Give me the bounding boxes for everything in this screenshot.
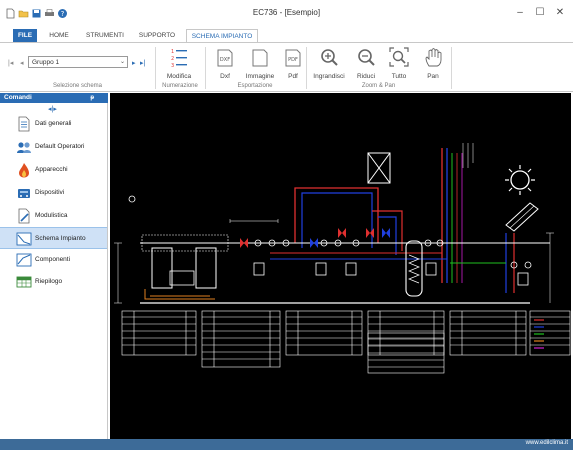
users-icon xyxy=(17,142,31,153)
pdf-file-icon: PDF xyxy=(285,49,301,67)
svg-text:PDF: PDF xyxy=(288,57,298,63)
sidebar-item-label: Riepilogo xyxy=(35,278,63,285)
zoom-in-icon xyxy=(321,49,338,66)
forms-icon xyxy=(18,208,30,224)
window-title: EC736 - [Esempio] xyxy=(252,8,321,17)
sidebar-item-componenti[interactable]: Componenti xyxy=(0,249,107,271)
tab-home[interactable]: HOME xyxy=(44,29,74,42)
flame-icon xyxy=(19,163,29,178)
svg-text:DXF: DXF xyxy=(220,57,230,63)
sidebar-item-dispositivi[interactable]: Dispositivi xyxy=(0,182,107,204)
pan-label: Pan xyxy=(427,73,439,80)
last-group-button[interactable]: ▸| xyxy=(140,59,145,67)
zoom-out-label: Riduci xyxy=(356,73,376,80)
group-label-esportazione: Esportazione xyxy=(237,83,273,89)
group-select-value: Gruppo 1 xyxy=(32,59,60,66)
sidebar-item-apparecchi[interactable]: Apparecchi xyxy=(0,159,107,181)
website-link[interactable]: www.edilclima.it xyxy=(526,440,568,446)
modify-label: Modifica xyxy=(166,73,192,80)
sidebar-item-default-operatori[interactable]: Default Operatori xyxy=(0,136,107,158)
menu-bar: FILE HOME STRUMENTI SUPPORTO SCHEMA IMPI… xyxy=(0,28,573,42)
export-dxf-label: Dxf xyxy=(220,73,230,80)
sidebar-item-modulistica[interactable]: Modulistica xyxy=(0,205,107,227)
numbered-list-icon: 1 2 3 xyxy=(171,49,187,69)
document-icon xyxy=(18,116,30,132)
ribbon: |◂ ◂ Gruppo 1 ⌄ ▸ ▸| Selezione schema 1 … xyxy=(0,42,573,92)
sidebar-title: Comandi xyxy=(4,94,32,101)
zoom-in-label: Ingrandisci xyxy=(313,73,345,80)
prev-group-button[interactable]: ◂ xyxy=(20,59,24,67)
plant-schematic xyxy=(114,143,571,374)
title-bar: ? EC736 - [Esempio] – ☐ ✕ xyxy=(0,0,573,28)
tab-strumenti[interactable]: STRUMENTI xyxy=(82,29,128,42)
zoom-out-icon xyxy=(358,49,375,66)
export-image-label: Immagine xyxy=(245,73,275,80)
commands-sidebar: Comandi ᵽ ◂|▸ Dati generali Default Oper… xyxy=(0,93,108,439)
sidebar-item-label: Modulistica xyxy=(35,212,68,219)
svg-text:1: 1 xyxy=(171,49,174,55)
export-pdf-button[interactable]: PDF Pdf xyxy=(280,46,306,80)
tab-schema-impianto[interactable]: SCHEMA IMPIANTO xyxy=(186,29,258,42)
sidebar-item-label: Dati generali xyxy=(35,120,72,127)
zoom-all-label: Tutto xyxy=(391,73,407,80)
zoom-all-button[interactable]: Tutto xyxy=(384,46,414,80)
modify-button[interactable]: 1 2 3 Modifica xyxy=(160,46,198,80)
table-icon xyxy=(16,276,32,288)
export-dxf-button[interactable]: DXF Dxf xyxy=(210,46,240,80)
tab-supporto[interactable]: SUPPORTO xyxy=(136,29,178,42)
group-label-numerazione: Numerazione xyxy=(162,83,198,89)
sidebar-item-label: Default Operatori xyxy=(35,143,85,150)
export-pdf-label: Pdf xyxy=(288,73,298,80)
svg-text:2: 2 xyxy=(171,56,174,62)
next-group-button[interactable]: ▸ xyxy=(132,59,136,67)
dxf-file-icon: DXF xyxy=(217,49,233,67)
pan-button[interactable]: Pan xyxy=(420,46,446,80)
schema-canvas[interactable] xyxy=(110,93,571,439)
export-image-button[interactable]: Immagine xyxy=(242,46,278,80)
sidebar-item-label: Componenti xyxy=(35,256,71,263)
sidebar-header: Comandi ᵽ xyxy=(0,93,108,103)
hand-icon xyxy=(425,47,442,67)
schema-icon xyxy=(16,232,32,246)
zoom-extents-icon xyxy=(389,47,409,67)
group-label-zoom: Zoom & Pan xyxy=(361,83,396,89)
status-bar: www.edilclima.it xyxy=(0,439,573,450)
components-icon xyxy=(16,253,32,267)
devices-icon xyxy=(18,189,30,198)
sidebar-item-dati-generali[interactable]: Dati generali xyxy=(0,113,107,135)
ribbon-separator xyxy=(451,47,452,89)
sidebar-item-riepilogo[interactable]: Riepilogo xyxy=(0,271,107,293)
svg-text:3: 3 xyxy=(171,63,174,69)
collapse-arrows-icon[interactable]: ◂|▸ xyxy=(48,105,57,113)
sidebar-item-schema-impianto[interactable]: Schema Impianto xyxy=(0,227,107,249)
close-button[interactable]: ✕ xyxy=(547,4,573,22)
pin-icon[interactable]: ᵽ xyxy=(90,93,94,103)
chevron-down-icon: ⌄ xyxy=(119,59,125,65)
zoom-in-button[interactable]: Ingrandisci xyxy=(310,46,348,80)
tab-file[interactable]: FILE xyxy=(13,29,37,42)
sidebar-item-label: Dispositivi xyxy=(35,189,65,196)
zoom-out-button[interactable]: Riduci xyxy=(352,46,380,80)
group-select[interactable]: Gruppo 1 ⌄ xyxy=(28,56,128,68)
group-label-selezione: Selezione schema xyxy=(52,83,103,89)
sun-icon xyxy=(505,165,535,195)
image-file-icon xyxy=(252,49,268,67)
sidebar-item-label: Apparecchi xyxy=(35,166,68,173)
first-group-button[interactable]: |◂ xyxy=(8,59,13,67)
sidebar-item-label: Schema Impianto xyxy=(35,235,86,242)
